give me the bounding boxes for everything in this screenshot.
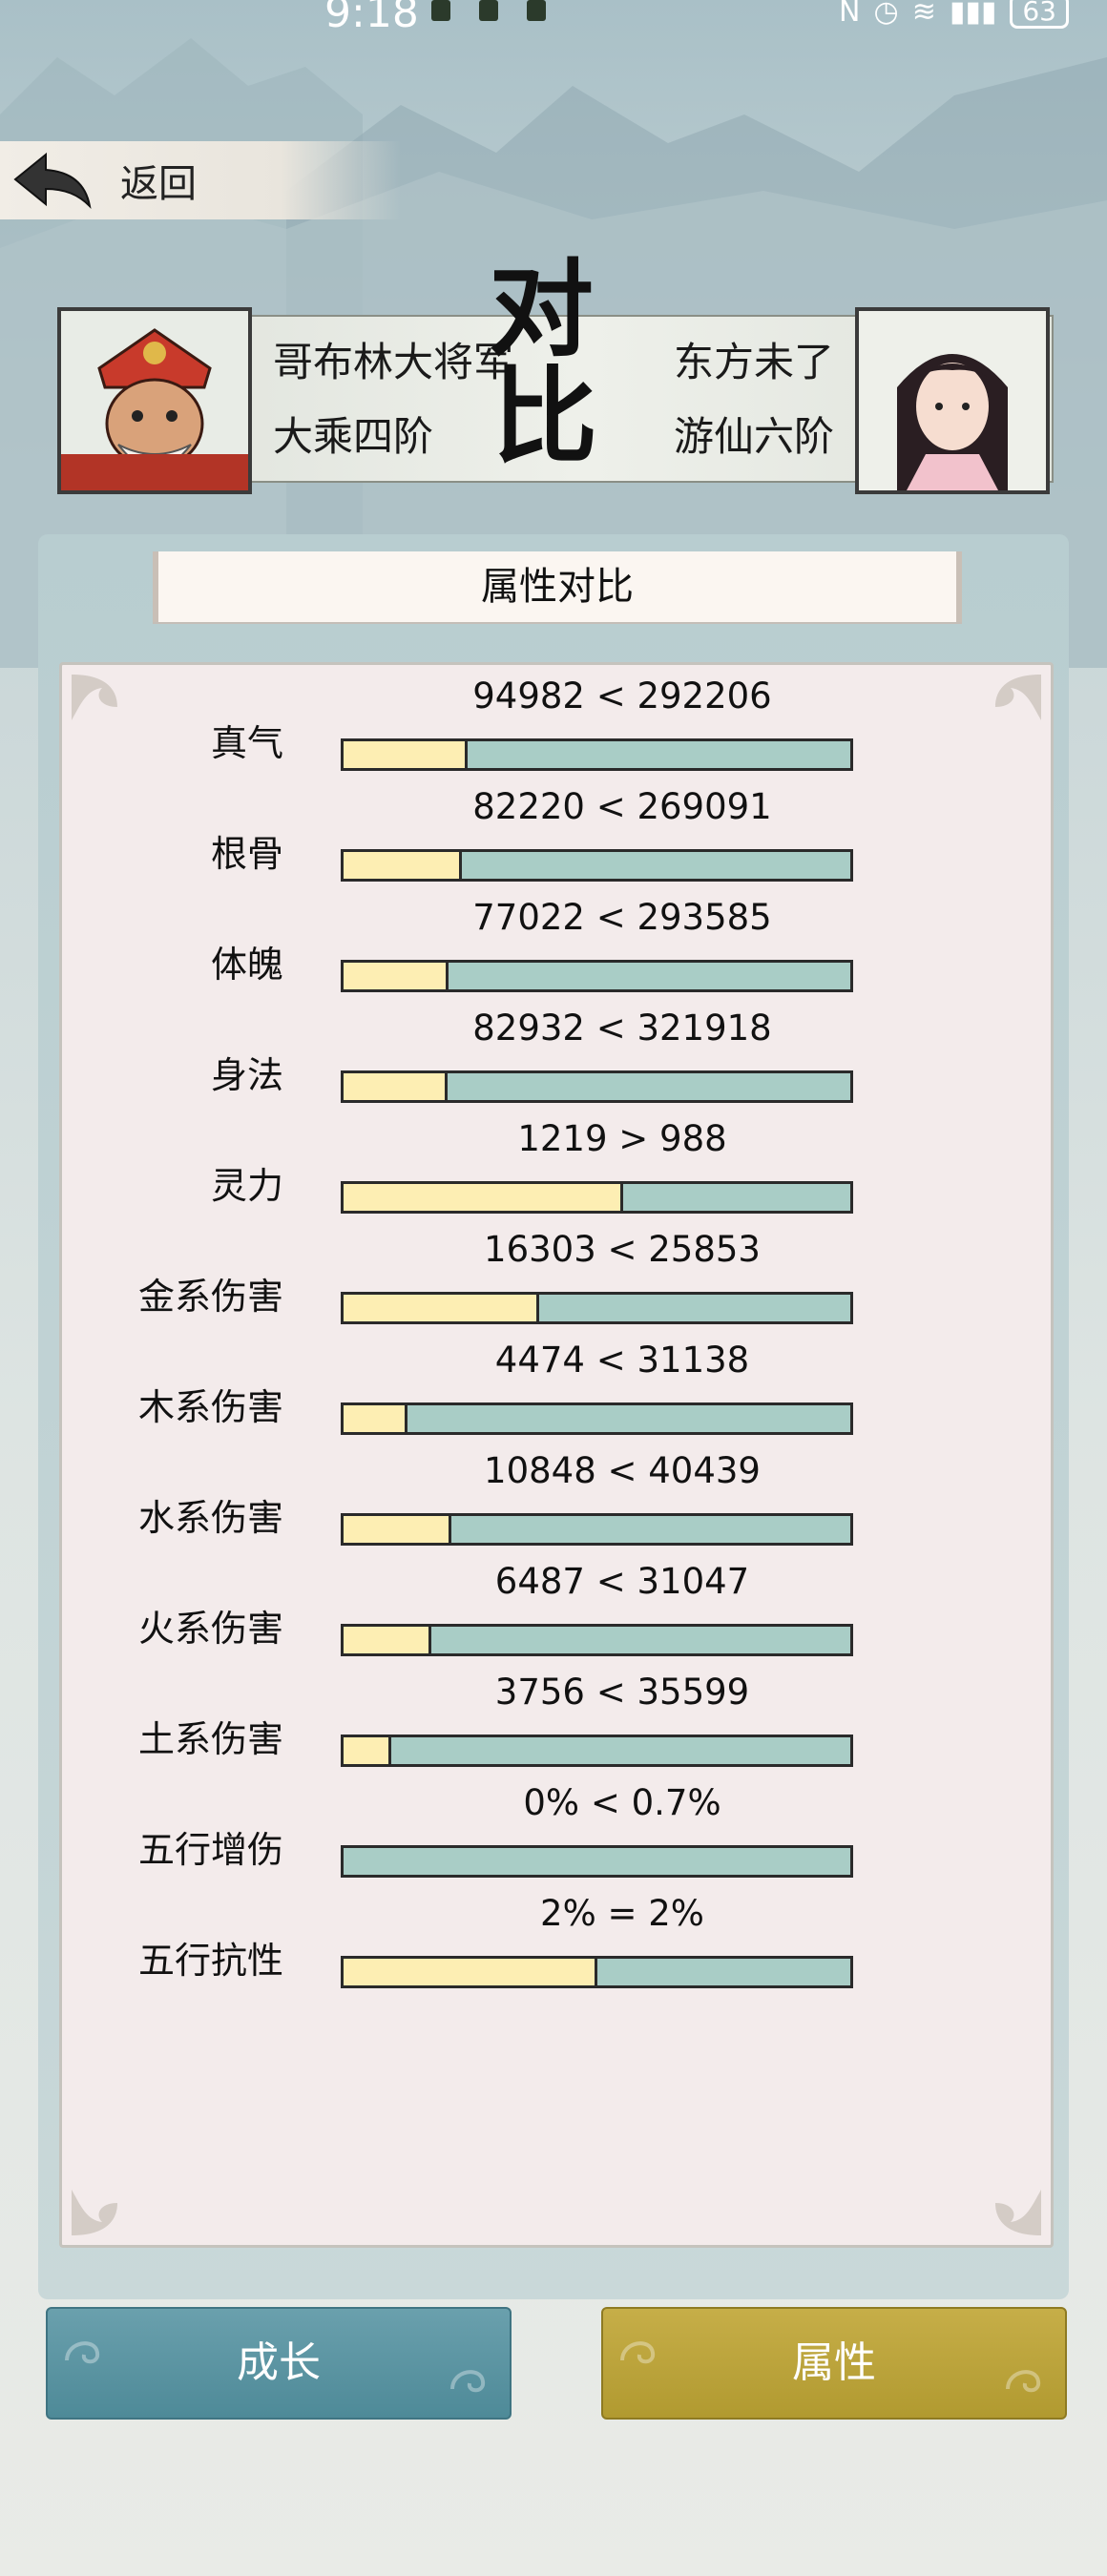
stat-bar bbox=[341, 960, 853, 992]
back-button[interactable]: 返回 bbox=[10, 141, 248, 219]
stat-bar-fill bbox=[344, 963, 449, 989]
stat-value: 4474 < 31138 bbox=[494, 1340, 750, 1381]
stat-value: 1219 > 988 bbox=[517, 1118, 727, 1159]
battery-indicator: 63 bbox=[1010, 0, 1069, 29]
stat-bar bbox=[341, 849, 853, 882]
stat-row: 10848 < 40439 水系伤害 bbox=[59, 1450, 1048, 1561]
stat-bar bbox=[341, 738, 853, 771]
cloud-swirl-icon bbox=[450, 2370, 486, 2393]
stat-row: 82220 < 269091 根骨 bbox=[59, 786, 1048, 897]
stat-bar bbox=[341, 1070, 853, 1103]
stat-bar bbox=[341, 1402, 853, 1435]
attributes-tab-button[interactable]: 属性 bbox=[601, 2307, 1067, 2420]
stat-value: 3756 < 35599 bbox=[494, 1672, 750, 1713]
stat-label: 身法 bbox=[210, 1054, 283, 1096]
section-title: 属性对比 bbox=[153, 551, 962, 622]
stat-value: 94982 < 292206 bbox=[472, 675, 772, 717]
stat-bar-fill bbox=[344, 852, 463, 879]
stat-value: 6487 < 31047 bbox=[494, 1561, 750, 1602]
stat-row: 94982 < 292206 真气 bbox=[59, 675, 1048, 786]
compare-title-char-1: 对 bbox=[489, 248, 594, 371]
status-indicators: N ◷ ≋ ▮▮▮ 63 bbox=[839, 0, 1069, 29]
stat-value: 82220 < 269091 bbox=[472, 786, 772, 827]
stat-bar bbox=[341, 1624, 853, 1656]
status-bar: 9:18 N ◷ ≋ ▮▮▮ 63 bbox=[0, 0, 1107, 38]
back-label: 返回 bbox=[120, 162, 197, 206]
comparison-banner: 哥布林大将军 大乘四阶 东方未了 游仙六阶 对 比 bbox=[57, 258, 1054, 494]
stat-row: 16303 < 25853 金系伤害 bbox=[59, 1229, 1048, 1340]
stat-bar-fill bbox=[344, 741, 469, 768]
right-character-portrait[interactable] bbox=[855, 307, 1050, 494]
stat-bar-fill bbox=[344, 1627, 431, 1653]
cloud-swirl-icon bbox=[65, 2341, 100, 2364]
app-notification-icon bbox=[527, 0, 546, 21]
stat-label: 水系伤害 bbox=[137, 1497, 283, 1539]
stat-label: 真气 bbox=[210, 722, 283, 764]
alarm-icon: ◷ bbox=[873, 0, 899, 29]
app-notification-icon bbox=[479, 0, 498, 21]
wifi-icon: ≋ bbox=[911, 0, 936, 29]
stat-bar-fill bbox=[344, 1516, 451, 1543]
stat-bar-fill bbox=[344, 1295, 540, 1321]
stat-bar bbox=[341, 1513, 853, 1546]
stat-label: 根骨 bbox=[210, 833, 283, 875]
growth-tab-button[interactable]: 成长 bbox=[46, 2307, 512, 2420]
stat-bar-fill bbox=[344, 1405, 407, 1432]
stat-label: 灵力 bbox=[210, 1165, 283, 1207]
stat-row: 0% < 0.7% 五行增伤 bbox=[59, 1782, 1048, 1893]
right-character-name: 东方未了 bbox=[673, 339, 834, 385]
stat-value: 0% < 0.7% bbox=[523, 1782, 721, 1823]
left-character-portrait[interactable] bbox=[57, 307, 252, 494]
stat-label: 五行抗性 bbox=[137, 1940, 283, 1982]
status-time: 9:18 bbox=[324, 0, 419, 37]
left-character-rank: 大乘四阶 bbox=[273, 413, 434, 460]
stat-bar bbox=[341, 1292, 853, 1324]
signal-icon: ▮▮▮ bbox=[949, 0, 997, 29]
stat-bar-fill bbox=[344, 1959, 597, 1985]
left-character-name: 哥布林大将军 bbox=[273, 339, 514, 385]
stat-bar-fill bbox=[344, 1184, 624, 1211]
stat-label: 五行增伤 bbox=[137, 1829, 283, 1871]
stat-row: 2% = 2% 五行抗性 bbox=[59, 1893, 1048, 2004]
cloud-swirl-icon bbox=[620, 2341, 656, 2364]
stat-row: 4474 < 31138 木系伤害 bbox=[59, 1340, 1048, 1450]
goblin-general-avatar bbox=[61, 311, 248, 490]
stat-row: 6487 < 31047 火系伤害 bbox=[59, 1561, 1048, 1672]
stat-value: 82932 < 321918 bbox=[472, 1008, 772, 1049]
stat-row: 82932 < 321918 身法 bbox=[59, 1008, 1048, 1118]
stat-bar bbox=[341, 1181, 853, 1214]
stat-row: 1219 > 988 灵力 bbox=[59, 1118, 1048, 1229]
stat-bar-fill bbox=[344, 1073, 448, 1100]
corner-ornament-icon bbox=[72, 2190, 117, 2235]
compare-title-char-2: 比 bbox=[492, 355, 597, 478]
stat-bar bbox=[341, 1956, 853, 1988]
stat-value: 10848 < 40439 bbox=[484, 1450, 761, 1491]
fairy-avatar bbox=[859, 311, 1046, 490]
nfc-icon: N bbox=[839, 0, 861, 29]
stat-value: 2% = 2% bbox=[540, 1893, 704, 1934]
growth-button-label: 成长 bbox=[237, 2338, 321, 2387]
corner-ornament-icon bbox=[995, 2190, 1041, 2235]
stat-label: 火系伤害 bbox=[137, 1608, 283, 1650]
stat-value: 16303 < 25853 bbox=[484, 1229, 761, 1270]
stat-row: 77022 < 293585 体魄 bbox=[59, 897, 1048, 1008]
app-notification-icon bbox=[431, 0, 450, 21]
attributes-button-label: 属性 bbox=[792, 2338, 876, 2387]
stat-bar bbox=[341, 1735, 853, 1767]
stat-label: 木系伤害 bbox=[137, 1386, 283, 1428]
stat-value: 77022 < 293585 bbox=[472, 897, 772, 938]
back-arrow-icon bbox=[13, 152, 92, 209]
right-character-rank: 游仙六阶 bbox=[673, 413, 834, 460]
stat-row: 3756 < 35599 土系伤害 bbox=[59, 1672, 1048, 1782]
stat-label: 土系伤害 bbox=[137, 1718, 283, 1760]
stat-label: 体魄 bbox=[210, 944, 283, 986]
stat-label: 金系伤害 bbox=[137, 1276, 283, 1318]
stat-bar bbox=[341, 1845, 853, 1878]
stat-bar-fill bbox=[344, 1737, 392, 1764]
cloud-swirl-icon bbox=[1006, 2370, 1041, 2393]
